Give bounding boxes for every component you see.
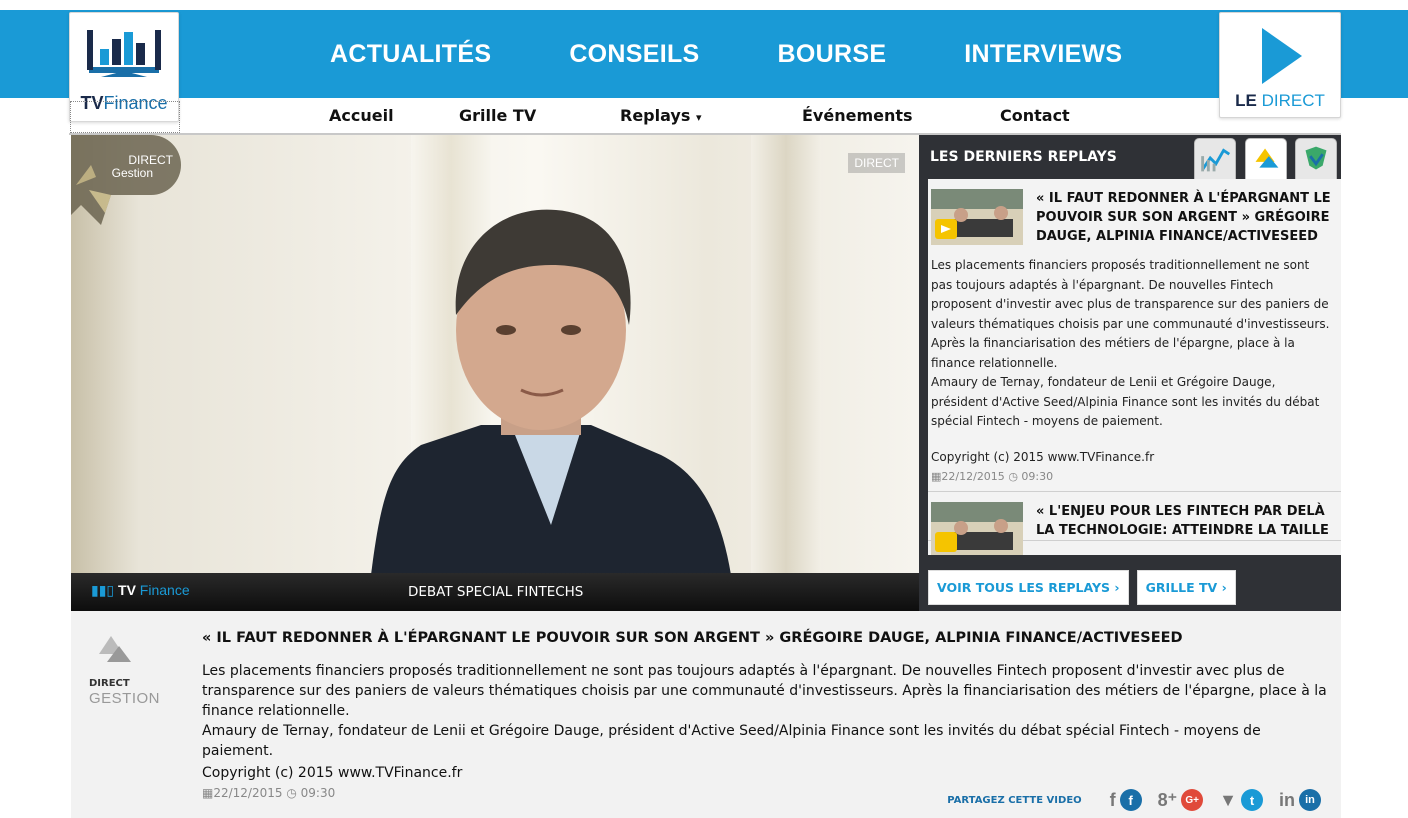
direct-gestion-icon: [1255, 148, 1279, 168]
description-title: « IL FAUT REDONNER À L'ÉPARGNANT LE POUV…: [202, 630, 1183, 646]
twitter-icon: ▼: [1219, 789, 1237, 810]
chevron-down-icon: ▾: [695, 111, 702, 124]
replays-panel-title: LES DERNIERS REPLAYS: [930, 149, 1117, 165]
clock-icon: ◷: [286, 786, 297, 800]
description-datetime: ▦22/12/2015 ◷ 09:30: [202, 786, 336, 800]
presenter-silhouette: [371, 209, 731, 575]
video-description: DIRECT GESTION « IL FAUT REDONNER À L'ÉP…: [71, 611, 1341, 818]
svg-text:DIRECT: DIRECT: [128, 153, 173, 167]
description-copyright: Copyright (c) 2015 www.TVFinance.fr: [202, 765, 463, 781]
replays-list[interactable]: « IL FAUT REDONNER À L'ÉPARGNANT LE POUV…: [928, 179, 1341, 555]
nav-interviews[interactable]: INTERVIEWS: [964, 40, 1122, 69]
live-tag: DIRECT: [848, 153, 905, 173]
linkedin-icon: in: [1279, 789, 1295, 810]
replay-thumbnail: [931, 189, 1023, 245]
subnav-accueil[interactable]: Accueil: [329, 106, 394, 125]
svg-text:Gestion: Gestion: [112, 166, 153, 180]
subnav-evenements[interactable]: Événements: [802, 106, 913, 125]
description-text: Les placements financiers proposés tradi…: [202, 663, 1327, 759]
all-replays-button[interactable]: VOIR TOUS LES REPLAYS ›: [928, 570, 1129, 605]
nav-bourse[interactable]: BOURSE: [778, 40, 887, 69]
video-caption-bar: ▮▮▯ TV Finance DEBAT SPECIAL FINTECHS: [71, 573, 919, 611]
share-linkedin-button[interactable]: in in: [1279, 789, 1321, 811]
nav-conseils[interactable]: CONSEILS: [569, 40, 699, 69]
replay-title[interactable]: « L'ENJEU POUR LES FINTECH PAR DELÀ LA T…: [1036, 502, 1331, 540]
nav-actualites[interactable]: ACTUALITÉS: [330, 40, 491, 69]
direct-gestion-icon: [99, 636, 131, 662]
tab-shield[interactable]: [1295, 138, 1337, 180]
shield-icon: [1305, 146, 1327, 170]
grille-tv-button[interactable]: GRILLE TV ›: [1136, 570, 1236, 605]
share-twitter-button[interactable]: ▼ t: [1219, 789, 1263, 811]
live-direct-button[interactable]: LE DIRECT: [1219, 12, 1341, 118]
clock-icon: ◷: [1008, 469, 1018, 483]
direct-gestion-badge: DIRECT Gestion: [71, 135, 181, 225]
facebook-badge-icon: f: [1119, 789, 1142, 811]
video-player[interactable]: DIRECT Gestion DIRECT ▮▮▯ TV Finance DEB…: [71, 135, 919, 611]
replay-item[interactable]: « L'ENJEU POUR LES FINTECH PAR DELÀ LA T…: [928, 492, 1341, 555]
tv-logo-icon: ▮▮▯: [91, 582, 119, 598]
replays-panel: LES DERNIERS REPLAYS « IL FAUT REDONNER …: [919, 135, 1341, 611]
share-bar: PARTAGEZ CETTE VIDEO f f 8⁺ G+ ▼ t in in: [947, 789, 1321, 811]
share-googleplus-button[interactable]: 8⁺ G+: [1158, 789, 1204, 811]
calendar-icon: ▦: [931, 469, 942, 483]
play-icon: [1262, 28, 1302, 84]
video-logo: ▮▮▯ TV Finance: [91, 582, 190, 598]
chevron-right-icon: ›: [1114, 580, 1120, 595]
replays-panel-buttons: VOIR TOUS LES REPLAYS › GRILLE TV ›: [928, 570, 1239, 605]
googleplus-icon: 8⁺: [1157, 789, 1178, 810]
replay-item[interactable]: « IL FAUT REDONNER À L'ÉPARGNANT LE POUV…: [928, 179, 1341, 492]
subnav-replays[interactable]: Replays ▾: [620, 106, 701, 125]
replay-datetime: ▦22/12/2015 ◷ 09:30: [931, 469, 1054, 483]
linkedin-badge-icon: in: [1299, 789, 1321, 811]
tv-logo-icon: [87, 30, 161, 77]
calendar-icon: ▦: [202, 786, 214, 800]
tab-direct-gestion[interactable]: [1245, 138, 1287, 180]
facebook-icon: f: [1109, 789, 1116, 810]
replay-title[interactable]: « IL FAUT REDONNER À L'ÉPARGNANT LE POUV…: [1036, 189, 1331, 246]
chart-icon: [1201, 148, 1231, 172]
replay-thumbnail: [931, 501, 1023, 555]
replay-copyright: Copyright (c) 2015 www.TVFinance.fr: [931, 449, 1155, 464]
main-nav: ACTUALITÉS CONSEILS BOURSE INTERVIEWS: [330, 10, 1200, 98]
chevron-right-icon: ›: [1221, 580, 1227, 595]
replay-description: Les placements financiers proposés tradi…: [931, 258, 1330, 428]
twitter-badge-icon: t: [1241, 789, 1263, 811]
subnav-grille-tv[interactable]: Grille TV: [459, 106, 536, 125]
sub-nav: Accueil Grille TV Replays ▾ Événements C…: [0, 104, 1408, 132]
video-caption: DEBAT SPECIAL FINTECHS: [408, 584, 584, 600]
subnav-contact[interactable]: Contact: [1000, 106, 1070, 125]
tab-chart[interactable]: [1194, 138, 1236, 180]
replays-panel-header: LES DERNIERS REPLAYS: [919, 135, 1341, 180]
share-label: PARTAGEZ CETTE VIDEO: [947, 794, 1082, 806]
direct-gestion-logo: DIRECT GESTION: [89, 626, 160, 707]
background-panel: [751, 135, 821, 575]
share-facebook-button[interactable]: f f: [1110, 789, 1142, 811]
googleplus-badge-icon: G+: [1181, 789, 1204, 811]
